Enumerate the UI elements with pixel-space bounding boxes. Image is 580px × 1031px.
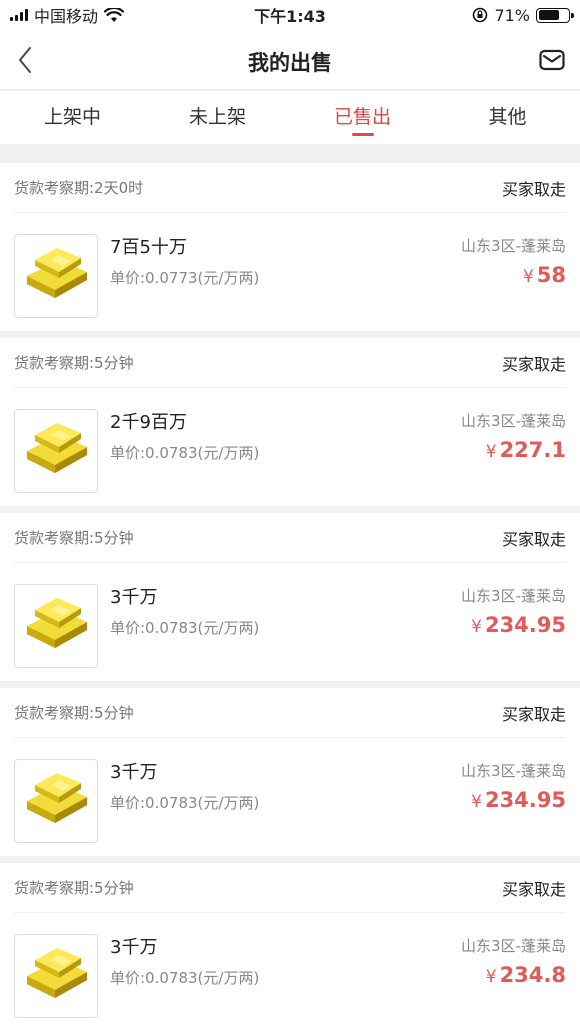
order-card[interactable]: 货款考察期:5分钟 买家取走 3千万 单价:0.0783(元/万两) 山东3区-… xyxy=(0,513,580,681)
order-price: ¥58 xyxy=(523,263,566,287)
unit-price: 单价:0.0783(元/万两) xyxy=(110,794,260,812)
item-name: 7百5十万 xyxy=(110,237,187,258)
server-name: 山东3区-蓬莱岛 xyxy=(461,587,566,605)
server-name: 山东3区-蓬莱岛 xyxy=(461,762,566,780)
order-card-body: 2千9百万 单价:0.0783(元/万两) 山东3区-蓬莱岛 ¥227.1 xyxy=(0,388,580,505)
item-name: 2千9百万 xyxy=(110,412,187,433)
price-value: 227.1 xyxy=(499,438,566,462)
item-name: 3千万 xyxy=(110,587,158,608)
payment-review-period: 货款考察期:5分钟 xyxy=(14,529,134,547)
unit-price: 单价:0.0773(元/万两) xyxy=(110,269,260,287)
signal-icon xyxy=(10,9,28,21)
gold-bar-icon xyxy=(27,948,87,998)
order-status: 买家取走 xyxy=(501,529,566,549)
order-status: 买家取走 xyxy=(501,354,566,374)
tab-bar: 上架中 未上架 已售出 其他 xyxy=(0,91,580,145)
status-right: 71% xyxy=(472,5,574,25)
mail-icon[interactable] xyxy=(538,46,566,74)
tab-listed[interactable]: 上架中 xyxy=(0,91,145,144)
price-value: 234.95 xyxy=(484,613,566,637)
order-list: 货款考察期:2天0时 买家取走 7百5十万 单价:0.0773(元/万两) 山东… xyxy=(0,163,580,1031)
order-card-body: 3千万 单价:0.0783(元/万两) 山东3区-蓬莱岛 ¥234.95 xyxy=(0,738,580,855)
item-thumbnail xyxy=(14,409,98,493)
tab-unlisted[interactable]: 未上架 xyxy=(145,91,290,144)
item-thumbnail xyxy=(14,934,98,1018)
item-name: 3千万 xyxy=(110,762,158,783)
order-card[interactable]: 货款考察期:5分钟 买家取走 3千万 单价:0.0783(元/万两) 山东3区-… xyxy=(0,863,580,1031)
order-price: ¥234.95 xyxy=(471,613,566,637)
order-card[interactable]: 货款考察期:5分钟 买家取走 3千万 单价:0.0783(元/万两) 山东3区-… xyxy=(0,688,580,856)
tab-other[interactable]: 其他 xyxy=(435,91,580,144)
order-card-body: 3千万 单价:0.0783(元/万两) 山东3区-蓬莱岛 ¥234.95 xyxy=(0,563,580,680)
unit-price: 单价:0.0783(元/万两) xyxy=(110,444,260,462)
tab-sold[interactable]: 已售出 xyxy=(290,91,435,144)
order-price: ¥234.95 xyxy=(471,788,566,812)
order-status: 买家取走 xyxy=(501,179,566,199)
order-card-body: 3千万 单价:0.0783(元/万两) 山东3区-蓬莱岛 ¥234.8 xyxy=(0,913,580,1030)
battery-icon xyxy=(536,7,574,23)
order-status: 买家取走 xyxy=(501,879,566,899)
battery-percent: 71% xyxy=(494,5,530,25)
price-value: 234.95 xyxy=(484,788,566,812)
price-value: 234.8 xyxy=(499,963,566,987)
order-price: ¥234.8 xyxy=(486,963,566,987)
order-price: ¥227.1 xyxy=(486,438,566,462)
gold-bar-icon xyxy=(27,773,87,823)
order-card-header: 货款考察期:5分钟 买家取走 xyxy=(14,688,566,738)
payment-review-period: 货款考察期:2天0时 xyxy=(14,179,144,197)
item-name: 3千万 xyxy=(110,937,158,958)
payment-review-period: 货款考察期:5分钟 xyxy=(14,879,134,897)
gold-bar-icon xyxy=(27,423,87,473)
order-card-header: 货款考察期:5分钟 买家取走 xyxy=(14,513,566,563)
price-value: 58 xyxy=(536,263,566,287)
payment-review-period: 货款考察期:5分钟 xyxy=(14,704,134,722)
gold-bar-icon xyxy=(27,598,87,648)
page-title: 我的出售 xyxy=(248,51,332,75)
order-card[interactable]: 货款考察期:2天0时 买家取走 7百5十万 单价:0.0773(元/万两) 山东… xyxy=(0,163,580,331)
order-card-header: 货款考察期:5分钟 买家取走 xyxy=(14,338,566,388)
nav-bar: 我的出售 xyxy=(0,30,580,90)
wifi-icon xyxy=(104,7,125,22)
server-name: 山东3区-蓬莱岛 xyxy=(461,412,566,430)
unit-price: 单价:0.0783(元/万两) xyxy=(110,969,260,987)
unit-price: 单价:0.0783(元/万两) xyxy=(110,619,260,637)
order-card-body: 7百5十万 单价:0.0773(元/万两) 山东3区-蓬莱岛 ¥58 xyxy=(0,213,580,330)
server-name: 山东3区-蓬莱岛 xyxy=(461,937,566,955)
rotation-lock-icon xyxy=(473,7,488,23)
order-status: 买家取走 xyxy=(501,704,566,724)
item-thumbnail xyxy=(14,759,98,843)
payment-review-period: 货款考察期:5分钟 xyxy=(14,354,134,372)
currency-symbol: ¥ xyxy=(522,267,534,287)
currency-symbol: ¥ xyxy=(485,442,497,462)
status-bar: 中国移动 下午1:43 71% xyxy=(0,0,580,30)
carrier-name: 中国移动 xyxy=(34,7,99,26)
order-card-header: 货款考察期:2天0时 买家取走 xyxy=(14,163,566,213)
currency-symbol: ¥ xyxy=(471,792,482,812)
gold-bar-icon xyxy=(27,248,87,298)
currency-symbol: ¥ xyxy=(471,617,482,637)
item-thumbnail xyxy=(14,584,98,668)
server-name: 山东3区-蓬莱岛 xyxy=(461,237,566,255)
order-card-header: 货款考察期:5分钟 买家取走 xyxy=(14,863,566,913)
item-thumbnail xyxy=(14,234,98,318)
order-card[interactable]: 货款考察期:5分钟 买家取走 2千9百万 单价:0.0783(元/万两) 山东3… xyxy=(0,338,580,506)
status-left: 中国移动 xyxy=(10,3,125,27)
currency-symbol: ¥ xyxy=(485,967,497,987)
